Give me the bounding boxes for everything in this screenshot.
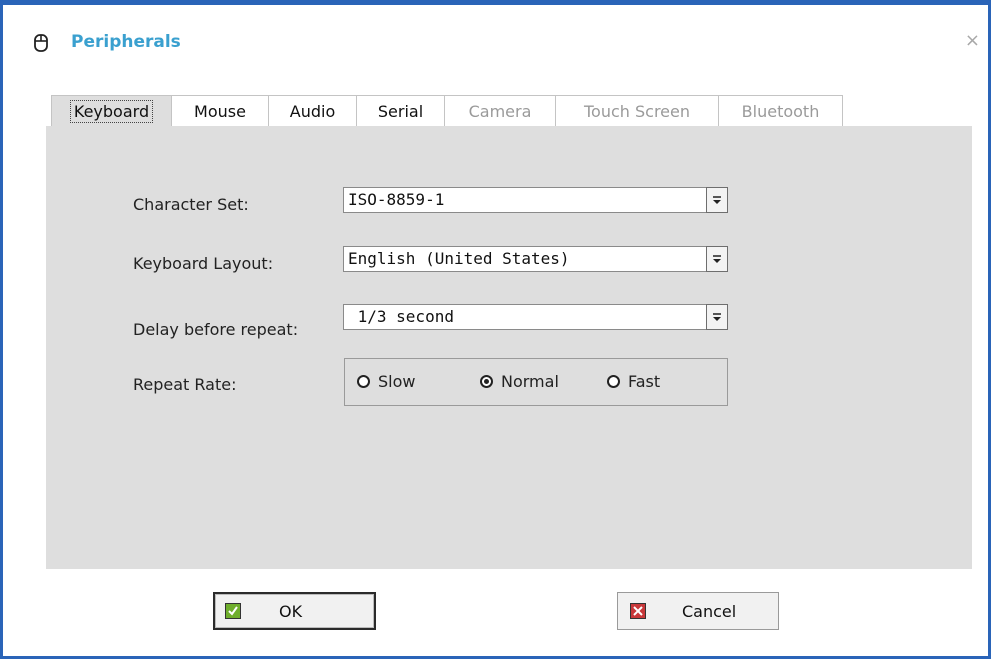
tab-bluetooth-label: Bluetooth [741,101,820,121]
tab-serial-label: Serial [377,101,424,121]
tab-mouse[interactable]: Mouse [171,95,268,126]
delay-before-repeat-label: Delay before repeat: [133,320,299,339]
radio-unselected-icon [607,375,620,388]
tab-touch-screen: Touch Screen [555,95,718,126]
dropdown-arrow-icon[interactable] [706,246,728,272]
repeat-rate-normal-radio[interactable]: Normal [480,372,559,391]
repeat-rate-normal-label: Normal [501,372,559,391]
repeat-rate-fast-radio[interactable]: Fast [607,372,660,391]
cancel-x-icon [630,603,646,619]
checkmark-icon [225,603,241,619]
delay-before-repeat-value: 1/3 second [348,307,454,326]
tab-mouse-label: Mouse [194,101,246,121]
tab-camera: Camera [444,95,555,126]
radio-selected-icon [480,375,493,388]
character-set-value: ISO-8859-1 [348,190,445,209]
character-set-label: Character Set: [133,195,249,214]
close-icon[interactable]: × [965,32,980,50]
repeat-rate-radio-group: Slow Normal Fast [344,358,728,406]
tab-serial[interactable]: Serial [356,95,444,126]
keyboard-layout-label: Keyboard Layout: [133,254,274,273]
mouse-icon [34,34,48,52]
keyboard-layout-value: English (United States) [348,249,570,268]
tab-keyboard[interactable]: Keyboard [51,95,171,126]
tab-touch-screen-label: Touch Screen [583,101,690,121]
dropdown-arrow-icon[interactable] [706,304,728,330]
peripherals-dialog: Peripherals × Keyboard Mouse Audio Seria… [0,0,991,659]
tab-audio-label: Audio [289,101,336,121]
tab-keyboard-label: Keyboard [69,99,154,123]
repeat-rate-slow-label: Slow [378,372,416,391]
ok-button[interactable]: OK [213,592,376,630]
delay-before-repeat-dropdown[interactable]: 1/3 second [343,304,728,330]
cancel-button-label: Cancel [682,601,737,621]
cancel-button[interactable]: Cancel [617,592,779,630]
ok-button-label: OK [279,601,303,621]
repeat-rate-fast-label: Fast [628,372,661,391]
radio-unselected-icon [357,375,370,388]
tab-audio[interactable]: Audio [268,95,356,126]
tab-bluetooth: Bluetooth [718,95,843,126]
tab-bar: Keyboard Mouse Audio Serial Camera Touch… [51,95,843,126]
tab-camera-label: Camera [468,101,532,121]
keyboard-layout-dropdown[interactable]: English (United States) [343,246,728,272]
repeat-rate-label: Repeat Rate: [133,375,237,394]
dialog-title: Peripherals [71,32,181,52]
character-set-dropdown[interactable]: ISO-8859-1 [343,187,728,213]
dropdown-arrow-icon[interactable] [706,187,728,213]
repeat-rate-slow-radio[interactable]: Slow [357,372,415,391]
